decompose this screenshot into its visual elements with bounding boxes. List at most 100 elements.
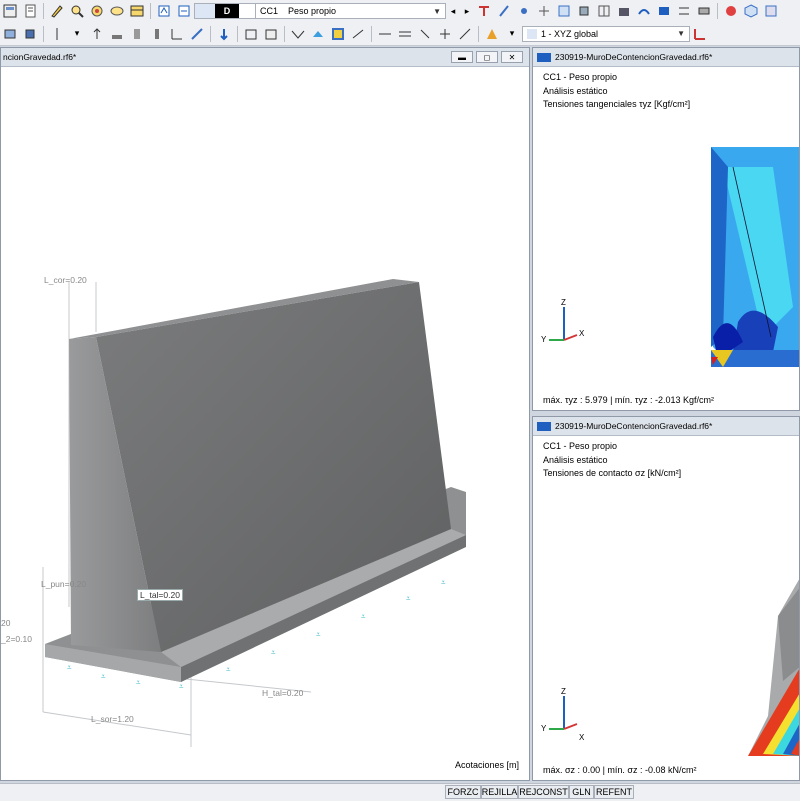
layer-icon[interactable] — [22, 26, 38, 42]
color-scale-icon[interactable] — [484, 26, 500, 42]
axis-z-label: Z — [561, 687, 566, 696]
foundation-icon[interactable] — [109, 26, 125, 42]
diagram-icon[interactable] — [350, 26, 366, 42]
toolbar-secondary: ▾ ▾ 1 - XYZ global ▼ — [0, 22, 800, 46]
filter-icon-4[interactable] — [437, 26, 453, 42]
load-case-selector[interactable]: D — [194, 3, 256, 19]
load-combination-icon[interactable] — [176, 3, 192, 19]
result-deform-icon[interactable] — [636, 3, 652, 19]
node-icon[interactable] — [516, 3, 532, 19]
status-bar: FORZC REJILLA REJCONST GLN REFENT — [0, 783, 800, 801]
dimension-l-sor: L_sor=1.20 — [91, 714, 134, 724]
restore-icon[interactable]: ◻ — [476, 51, 498, 63]
shear-stress-view[interactable]: 230919-MuroDeContencionGravedad.rf6* CC1… — [532, 47, 800, 411]
column-icon[interactable] — [149, 26, 165, 42]
contour-icon[interactable] — [310, 26, 326, 42]
chevron-down-icon: ▼ — [433, 6, 441, 16]
svg-text:⩡: ⩡ — [316, 630, 321, 639]
solid-icon[interactable] — [576, 3, 592, 19]
surface-icon[interactable] — [556, 3, 572, 19]
axis-x-label: X — [579, 329, 585, 338]
status-rejilla[interactable]: REJILLA — [481, 785, 518, 799]
status-forzc[interactable]: FORZC — [445, 785, 481, 799]
wall-icon[interactable] — [129, 26, 145, 42]
edit-pencil-icon[interactable] — [49, 3, 65, 19]
frame-icon[interactable] — [243, 26, 259, 42]
dimension-icon[interactable] — [49, 26, 65, 42]
result-colors-icon[interactable] — [330, 26, 346, 42]
svg-text:⩡: ⩡ — [179, 682, 184, 691]
dropdown-arrow-icon[interactable]: ▾ — [69, 26, 85, 42]
filter-icon-5[interactable] — [457, 26, 473, 42]
arrow-up-icon[interactable] — [89, 26, 105, 42]
dimension-l-cor-top: L_cor=0.20 — [44, 275, 87, 285]
filter-icon-2[interactable] — [397, 26, 413, 42]
deformation-icon[interactable] — [290, 26, 306, 42]
main-3d-view[interactable]: ncionGravedad.rf6* ▬ ◻ ✕ ⩡ ⩡ ⩡ ⩡ ⩡ ⩡ ⩡ ⩡… — [0, 47, 530, 781]
search-results-icon[interactable] — [69, 3, 85, 19]
status-rejconst[interactable]: REJCONST — [518, 785, 569, 799]
arrow-down-icon[interactable] — [216, 26, 232, 42]
hinge-icon[interactable] — [536, 3, 552, 19]
table-icon[interactable] — [129, 3, 145, 19]
axis-triad-top: Z Y X — [541, 298, 585, 344]
next-arrow-icon[interactable]: ▸ — [462, 3, 472, 19]
coordinate-system-value: 1 - XYZ global — [541, 28, 599, 39]
view-iso-icon[interactable] — [743, 3, 759, 19]
coordinate-icon[interactable] — [169, 26, 185, 42]
main-view-title: ncionGravedad.rf6* — [3, 52, 77, 62]
direction-icon[interactable] — [189, 26, 205, 42]
contact-stress-view[interactable]: 230919-MuroDeContencionGravedad.rf6* CC1… — [532, 416, 800, 781]
view-box-icon[interactable] — [763, 3, 779, 19]
status-refent[interactable]: REFENT — [594, 785, 634, 799]
axis-y-label: Y — [541, 724, 547, 733]
previous-arrow-icon[interactable]: ◂ — [448, 3, 458, 19]
dimension-left-1: 20 — [1, 618, 11, 628]
display-dropdown-icon[interactable] — [2, 26, 18, 42]
rendering-icon[interactable] — [696, 3, 712, 19]
svg-text:⩡: ⩡ — [441, 578, 446, 587]
result-view-icon[interactable] — [109, 3, 125, 19]
contact-view-canvas[interactable]: CC1 - Peso propio Análisis estático Tens… — [533, 436, 799, 780]
target-icon[interactable] — [89, 3, 105, 19]
svg-text:⩡: ⩡ — [136, 678, 141, 687]
status-gln[interactable]: GLN — [569, 785, 594, 799]
coordinate-system-dropdown[interactable]: 1 - XYZ global ▼ — [522, 25, 690, 42]
main-view-titlebar: ncionGravedad.rf6* ▬ ◻ ✕ — [1, 48, 529, 67]
check-icon[interactable] — [723, 3, 739, 19]
camera-icon[interactable] — [616, 3, 632, 19]
document-icon[interactable] — [22, 3, 38, 19]
shear-summary: máx. τyz : 5.979 | mín. τyz : -2.013 Kgf… — [543, 395, 715, 405]
window-icon — [537, 52, 551, 62]
dimension-l-tal[interactable]: L_tal=0.20 — [137, 589, 183, 601]
result-values-icon[interactable] — [656, 3, 672, 19]
dimension-h-tal: H_tal=0.20 — [262, 688, 304, 698]
filter-icon-3[interactable] — [417, 26, 433, 42]
window-icon — [537, 421, 551, 431]
shear-view-title: 230919-MuroDeContencionGravedad.rf6* — [555, 52, 713, 62]
grid-icon[interactable] — [596, 3, 612, 19]
main-view-canvas[interactable]: ⩡ ⩡ ⩡ ⩡ ⩡ ⩡ ⩡ ⩡ ⩡ ⩡ L_cor=0.20 L_pun=0.20 L_tal… — [1, 67, 529, 780]
support-icon[interactable] — [476, 3, 492, 19]
contact-summary: máx. σz : 0.00 | mín. σz : -0.08 kN/cm² — [543, 765, 697, 775]
member-icon[interactable] — [496, 3, 512, 19]
load-case-dropdown[interactable]: CC1 Peso propio ▼ — [256, 3, 446, 19]
filter-icon-1[interactable] — [377, 26, 393, 42]
axis-z-label: Z — [561, 298, 566, 307]
svg-text:⩡: ⩡ — [101, 672, 106, 681]
shear-view-canvas[interactable]: CC1 - Peso propio Análisis estático Tens… — [533, 67, 799, 410]
units-label: Acotaciones [m] — [454, 760, 519, 770]
minimize-icon[interactable]: ▬ — [451, 51, 473, 63]
svg-text:⩡: ⩡ — [226, 665, 231, 674]
panel-icon[interactable] — [263, 26, 279, 42]
dropdown-arrow-2-icon[interactable]: ▾ — [504, 26, 520, 42]
shear-contour-plot — [711, 147, 799, 367]
load-case-code: D — [215, 4, 239, 18]
chevron-down-icon: ▼ — [677, 29, 685, 38]
close-icon[interactable]: ✕ — [501, 51, 523, 63]
calculator-icon[interactable] — [2, 3, 18, 19]
section-icon[interactable] — [676, 3, 692, 19]
svg-text:⩡: ⩡ — [67, 663, 72, 672]
coordinate-edit-icon[interactable] — [692, 26, 708, 42]
load-case-icon[interactable] — [156, 3, 172, 19]
